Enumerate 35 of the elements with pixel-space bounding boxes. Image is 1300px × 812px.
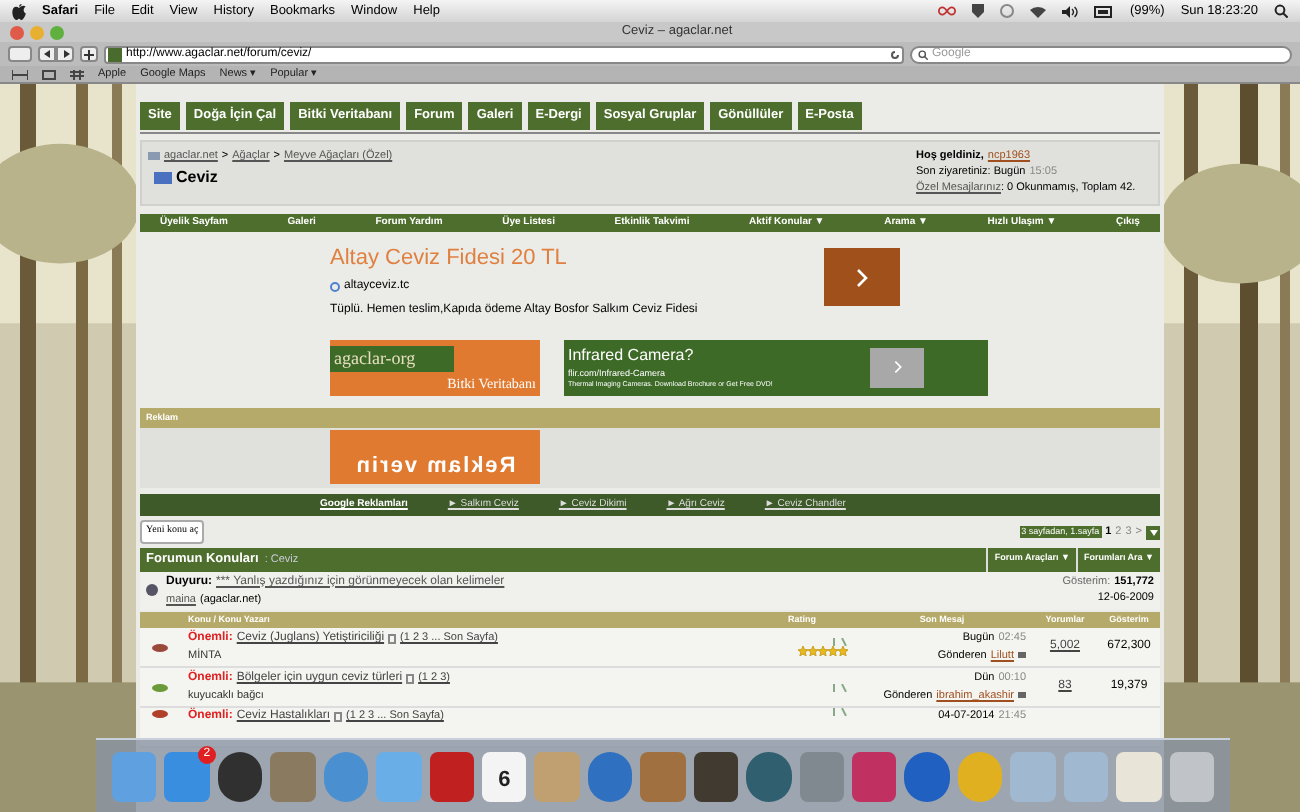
infinity-icon[interactable] xyxy=(937,6,956,16)
shield-icon[interactable] xyxy=(971,4,984,18)
battery-icon[interactable] xyxy=(1093,5,1114,17)
add-bookmark-button[interactable] xyxy=(80,46,98,62)
pages-icon xyxy=(334,712,343,722)
volume-icon[interactable] xyxy=(1061,5,1078,17)
apple-icon[interactable] xyxy=(12,3,26,19)
site-icon xyxy=(108,47,122,61)
search-icon xyxy=(918,49,928,59)
pages-icon xyxy=(406,673,415,684)
book-icon[interactable] xyxy=(12,69,28,79)
chevron-right-icon xyxy=(856,267,868,287)
search-icon[interactable] xyxy=(1274,4,1288,18)
zoom-button[interactable] xyxy=(50,25,64,39)
pages-icon xyxy=(388,633,397,644)
globe-icon xyxy=(330,281,340,291)
banner-title: agaclar-org xyxy=(330,345,454,372)
page-title: Ceviz xyxy=(176,166,218,190)
ad-arrow-button[interactable] xyxy=(870,347,924,387)
close-button[interactable] xyxy=(10,25,24,39)
reload-icon[interactable] xyxy=(890,49,900,59)
go-to-post-icon[interactable] xyxy=(1018,692,1026,699)
back-arrow-icon xyxy=(43,50,51,58)
forward-arrow-icon xyxy=(61,50,69,58)
chevron-right-icon xyxy=(893,360,901,374)
ad-title[interactable]: Infrared Camera? xyxy=(568,343,870,367)
forward-button[interactable] xyxy=(56,46,74,62)
grid-icon[interactable] xyxy=(70,69,84,79)
back-button[interactable] xyxy=(38,46,56,62)
wifi-icon[interactable] xyxy=(1029,5,1046,17)
grid-icon[interactable] xyxy=(42,69,56,79)
calendar-day: 6 xyxy=(498,763,511,797)
calendar-icon[interactable]: 6 xyxy=(482,751,527,801)
go-to-post-icon[interactable] xyxy=(1018,652,1026,659)
dropdown-button[interactable] xyxy=(1146,525,1160,539)
